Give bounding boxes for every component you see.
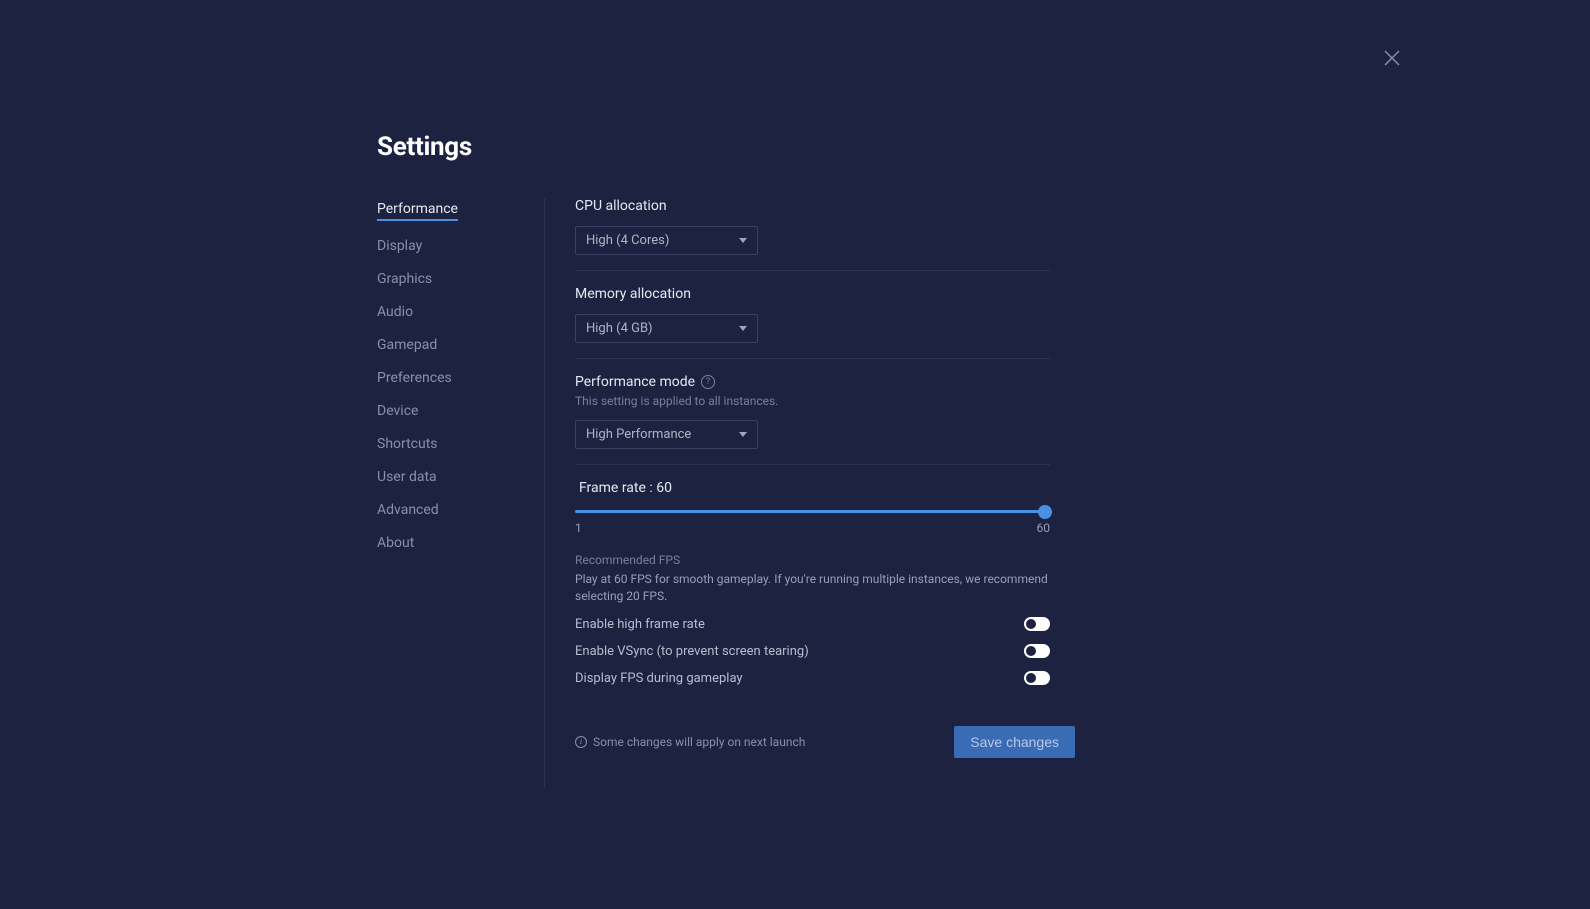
sidebar-item-about[interactable]: About: [377, 535, 414, 551]
memory-allocation-label: Memory allocation: [575, 286, 1050, 302]
performance-mode-label: Performance mode ?: [575, 374, 1050, 390]
sidebar-item-advanced[interactable]: Advanced: [377, 502, 439, 518]
chevron-down-icon: [739, 432, 747, 437]
sidebar-item-audio[interactable]: Audio: [377, 304, 413, 320]
close-icon: [1384, 50, 1400, 66]
chevron-down-icon: [739, 238, 747, 243]
performance-mode-sublabel: This setting is applied to all instances…: [575, 394, 1050, 408]
enable-vsync-label: Enable VSync (to prevent screen tearing): [575, 644, 809, 659]
enable-vsync-toggle[interactable]: [1024, 644, 1050, 658]
memory-allocation-select[interactable]: High (4 GB): [575, 314, 758, 343]
help-icon[interactable]: ?: [701, 375, 715, 389]
slider-thumb[interactable]: [1038, 505, 1052, 519]
frame-rate-label: Frame rate : 60: [575, 480, 1050, 496]
footer-note: i Some changes will apply on next launch: [575, 735, 805, 749]
enable-high-frame-rate-toggle[interactable]: [1024, 617, 1050, 631]
recommended-fps-text: Play at 60 FPS for smooth gameplay. If y…: [575, 571, 1050, 605]
sidebar: Performance Display Graphics Audio Gamep…: [377, 198, 545, 788]
sidebar-item-graphics[interactable]: Graphics: [377, 271, 432, 287]
toggle-knob: [1026, 646, 1036, 656]
performance-mode-value: High Performance: [586, 427, 691, 442]
sidebar-item-device[interactable]: Device: [377, 403, 418, 419]
display-fps-toggle[interactable]: [1024, 671, 1050, 685]
enable-high-frame-rate-label: Enable high frame rate: [575, 617, 705, 632]
cpu-allocation-label: CPU allocation: [575, 198, 1050, 214]
main-panel: CPU allocation High (4 Cores) Memory all…: [575, 198, 1050, 788]
sidebar-item-performance[interactable]: Performance: [377, 201, 458, 221]
slider-max: 60: [1037, 521, 1051, 535]
slider-min: 1: [575, 521, 582, 535]
performance-mode-select[interactable]: High Performance: [575, 420, 758, 449]
sidebar-item-userdata[interactable]: User data: [377, 469, 437, 485]
info-icon: i: [575, 736, 587, 748]
sidebar-item-gamepad[interactable]: Gamepad: [377, 337, 437, 353]
toggle-knob: [1026, 673, 1036, 683]
cpu-allocation-value: High (4 Cores): [586, 233, 669, 248]
save-changes-button[interactable]: Save changes: [954, 726, 1075, 758]
cpu-allocation-select[interactable]: High (4 Cores): [575, 226, 758, 255]
toggle-knob: [1026, 619, 1036, 629]
sidebar-item-display[interactable]: Display: [377, 238, 422, 254]
page-title: Settings: [377, 132, 1050, 162]
sidebar-item-shortcuts[interactable]: Shortcuts: [377, 436, 438, 452]
close-button[interactable]: [1384, 50, 1400, 66]
frame-rate-slider[interactable]: [575, 506, 1050, 513]
recommended-fps-title: Recommended FPS: [575, 553, 1050, 567]
chevron-down-icon: [739, 326, 747, 331]
memory-allocation-value: High (4 GB): [586, 321, 653, 336]
display-fps-label: Display FPS during gameplay: [575, 671, 743, 686]
sidebar-item-preferences[interactable]: Preferences: [377, 370, 452, 386]
